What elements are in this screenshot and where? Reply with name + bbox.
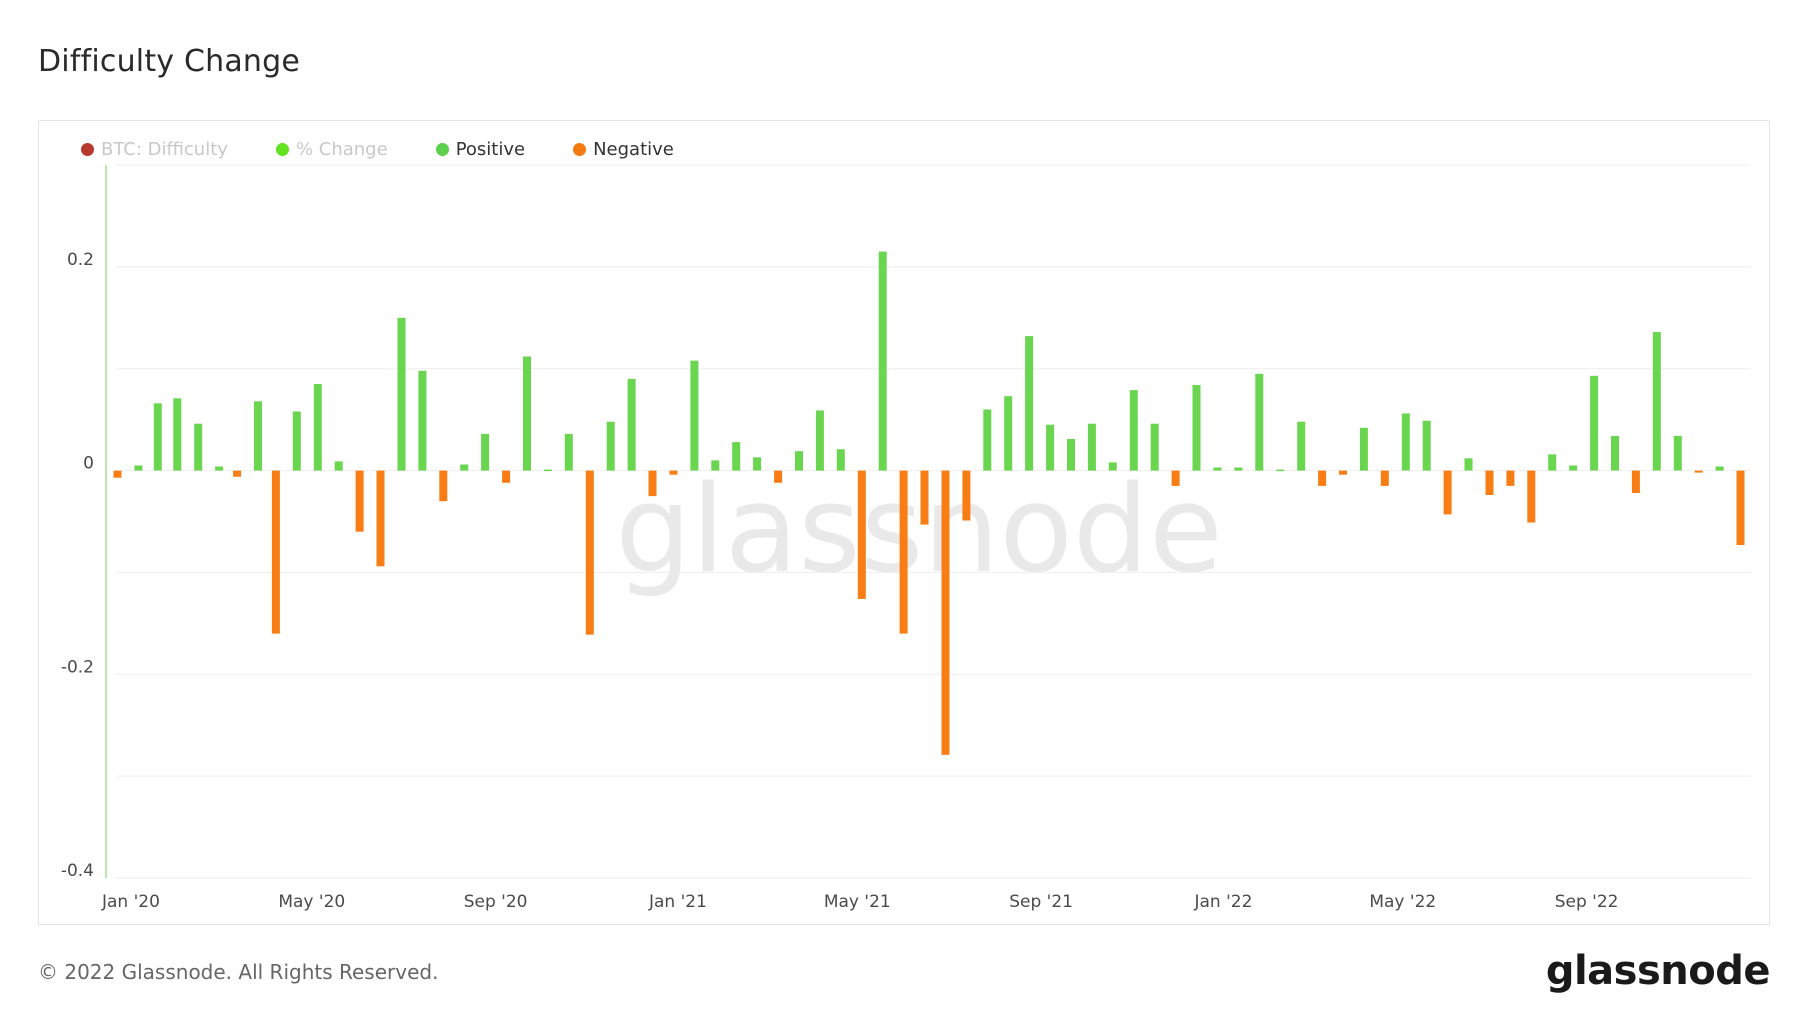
bar-negative[interactable] [1380, 470, 1389, 486]
bar-positive[interactable] [1611, 435, 1619, 471]
bar-negative[interactable] [899, 470, 908, 634]
bar-positive[interactable] [173, 398, 182, 471]
bar-positive[interactable] [1276, 469, 1285, 472]
bar-positive[interactable] [254, 401, 262, 471]
bar-positive[interactable] [627, 378, 636, 471]
bar-positive[interactable] [1569, 465, 1578, 471]
bar-positive[interactable] [1464, 458, 1473, 471]
bar-negative[interactable] [1506, 470, 1515, 486]
bar-positive[interactable] [523, 356, 531, 471]
bar-negative[interactable] [439, 470, 448, 502]
bar-positive[interactable] [1067, 439, 1075, 471]
bar-positive[interactable] [606, 421, 615, 471]
x-tick-label: Jan '21 [648, 892, 707, 912]
bar-negative[interactable] [857, 470, 866, 599]
bar-positive[interactable] [564, 433, 573, 471]
bar-positive[interactable] [690, 360, 699, 471]
bar-negative[interactable] [376, 470, 385, 567]
bar-negative[interactable] [1631, 470, 1640, 493]
bar-positive[interactable] [1401, 413, 1410, 471]
watermark-text: glassnode [615, 461, 1223, 600]
bar-positive[interactable] [815, 410, 824, 471]
y-tick-label: -0.4 [61, 861, 94, 881]
y-tick-label: 0 [83, 454, 94, 474]
bar-positive[interactable] [1108, 462, 1117, 471]
bar-positive[interactable] [215, 466, 224, 471]
bar-positive[interactable] [1548, 454, 1557, 471]
x-tick-label: Sep '22 [1555, 892, 1619, 912]
bar-negative[interactable] [113, 470, 122, 478]
bar-positive[interactable] [1004, 396, 1013, 471]
bar-positive[interactable] [1087, 423, 1096, 471]
bar-positive[interactable] [795, 451, 803, 471]
bar-positive[interactable] [732, 442, 741, 471]
bar-negative[interactable] [1485, 470, 1494, 495]
bar-positive[interactable] [292, 411, 301, 471]
bar-positive[interactable] [1234, 467, 1243, 471]
x-tick-label: Sep '21 [1009, 892, 1073, 912]
bar-negative[interactable] [774, 470, 783, 483]
bar-positive[interactable] [1255, 373, 1264, 471]
chart-frame: BTC: Difficulty% Change Positive Negative … [38, 120, 1770, 925]
x-tick-label: May '20 [278, 892, 345, 912]
bar-positive[interactable] [1129, 390, 1138, 471]
bar-positive[interactable] [878, 251, 887, 471]
bar-negative[interactable] [1339, 470, 1347, 475]
bar-negative[interactable] [941, 470, 950, 755]
chart-plot: glassnode 0.2 0 -0.2 -0.4 Jan '20 May '20 Sep '… [61, 164, 1751, 912]
bar-positive[interactable] [334, 461, 343, 471]
bar-positive[interactable] [418, 370, 427, 471]
page-title: Difficulty Change [38, 44, 301, 79]
x-tick-label: Sep '20 [464, 892, 528, 912]
footer-copyright: © 2022 Glassnode. All Rights Reserved. [38, 960, 439, 984]
bar-negative[interactable] [233, 470, 242, 477]
bar-positive[interactable] [1652, 332, 1661, 471]
bar-negative[interactable] [1527, 470, 1536, 523]
bar-positive[interactable] [1673, 435, 1682, 471]
bar-positive[interactable] [1297, 421, 1306, 471]
bar-negative[interactable] [962, 470, 971, 521]
x-tick-label: Jan '22 [1193, 892, 1252, 912]
bar-negative[interactable] [1736, 470, 1745, 545]
bar-negative[interactable] [585, 470, 594, 635]
bar-positive[interactable] [1192, 385, 1201, 471]
bar-positive[interactable] [1046, 424, 1055, 471]
bar-positive[interactable] [153, 403, 162, 471]
bar-positive[interactable] [1422, 420, 1431, 471]
x-tick-label: Jan '20 [101, 892, 160, 912]
bar-negative[interactable] [1171, 470, 1180, 486]
bar-positive[interactable] [1715, 466, 1724, 471]
bar-positive[interactable] [397, 317, 406, 471]
bar-positive[interactable] [313, 384, 322, 471]
bar-negative[interactable] [669, 470, 678, 475]
bar-negative[interactable] [271, 470, 280, 634]
bar-negative[interactable] [648, 470, 657, 497]
bar-negative[interactable] [920, 470, 929, 525]
bar-negative[interactable] [355, 470, 364, 532]
bar-negative[interactable] [1443, 470, 1452, 515]
bar-negative[interactable] [1318, 470, 1327, 486]
bar-positive[interactable] [983, 409, 992, 471]
bar-positive[interactable] [1213, 467, 1222, 471]
bar-positive[interactable] [753, 457, 762, 471]
bar-positive[interactable] [194, 423, 203, 471]
bar-positive[interactable] [481, 433, 490, 471]
bar-positive[interactable] [134, 465, 143, 471]
bar-positive[interactable] [460, 464, 469, 471]
y-tick-label: -0.2 [61, 657, 94, 677]
bar-positive[interactable] [1150, 423, 1159, 471]
bar-positive[interactable] [543, 469, 552, 472]
bar-negative[interactable] [502, 470, 511, 483]
bar-negative[interactable] [1694, 470, 1703, 473]
bar-positive[interactable] [1590, 375, 1599, 471]
x-tick-label: May '21 [824, 892, 891, 912]
y-tick-label: 0.2 [67, 250, 94, 270]
bar-positive[interactable] [1025, 336, 1034, 471]
bar-positive[interactable] [1359, 427, 1368, 471]
bar-positive[interactable] [711, 460, 720, 471]
x-tick-label: May '22 [1369, 892, 1436, 912]
glassnode-logo[interactable]: glassnode [1546, 948, 1771, 994]
bar-positive[interactable] [836, 449, 845, 471]
